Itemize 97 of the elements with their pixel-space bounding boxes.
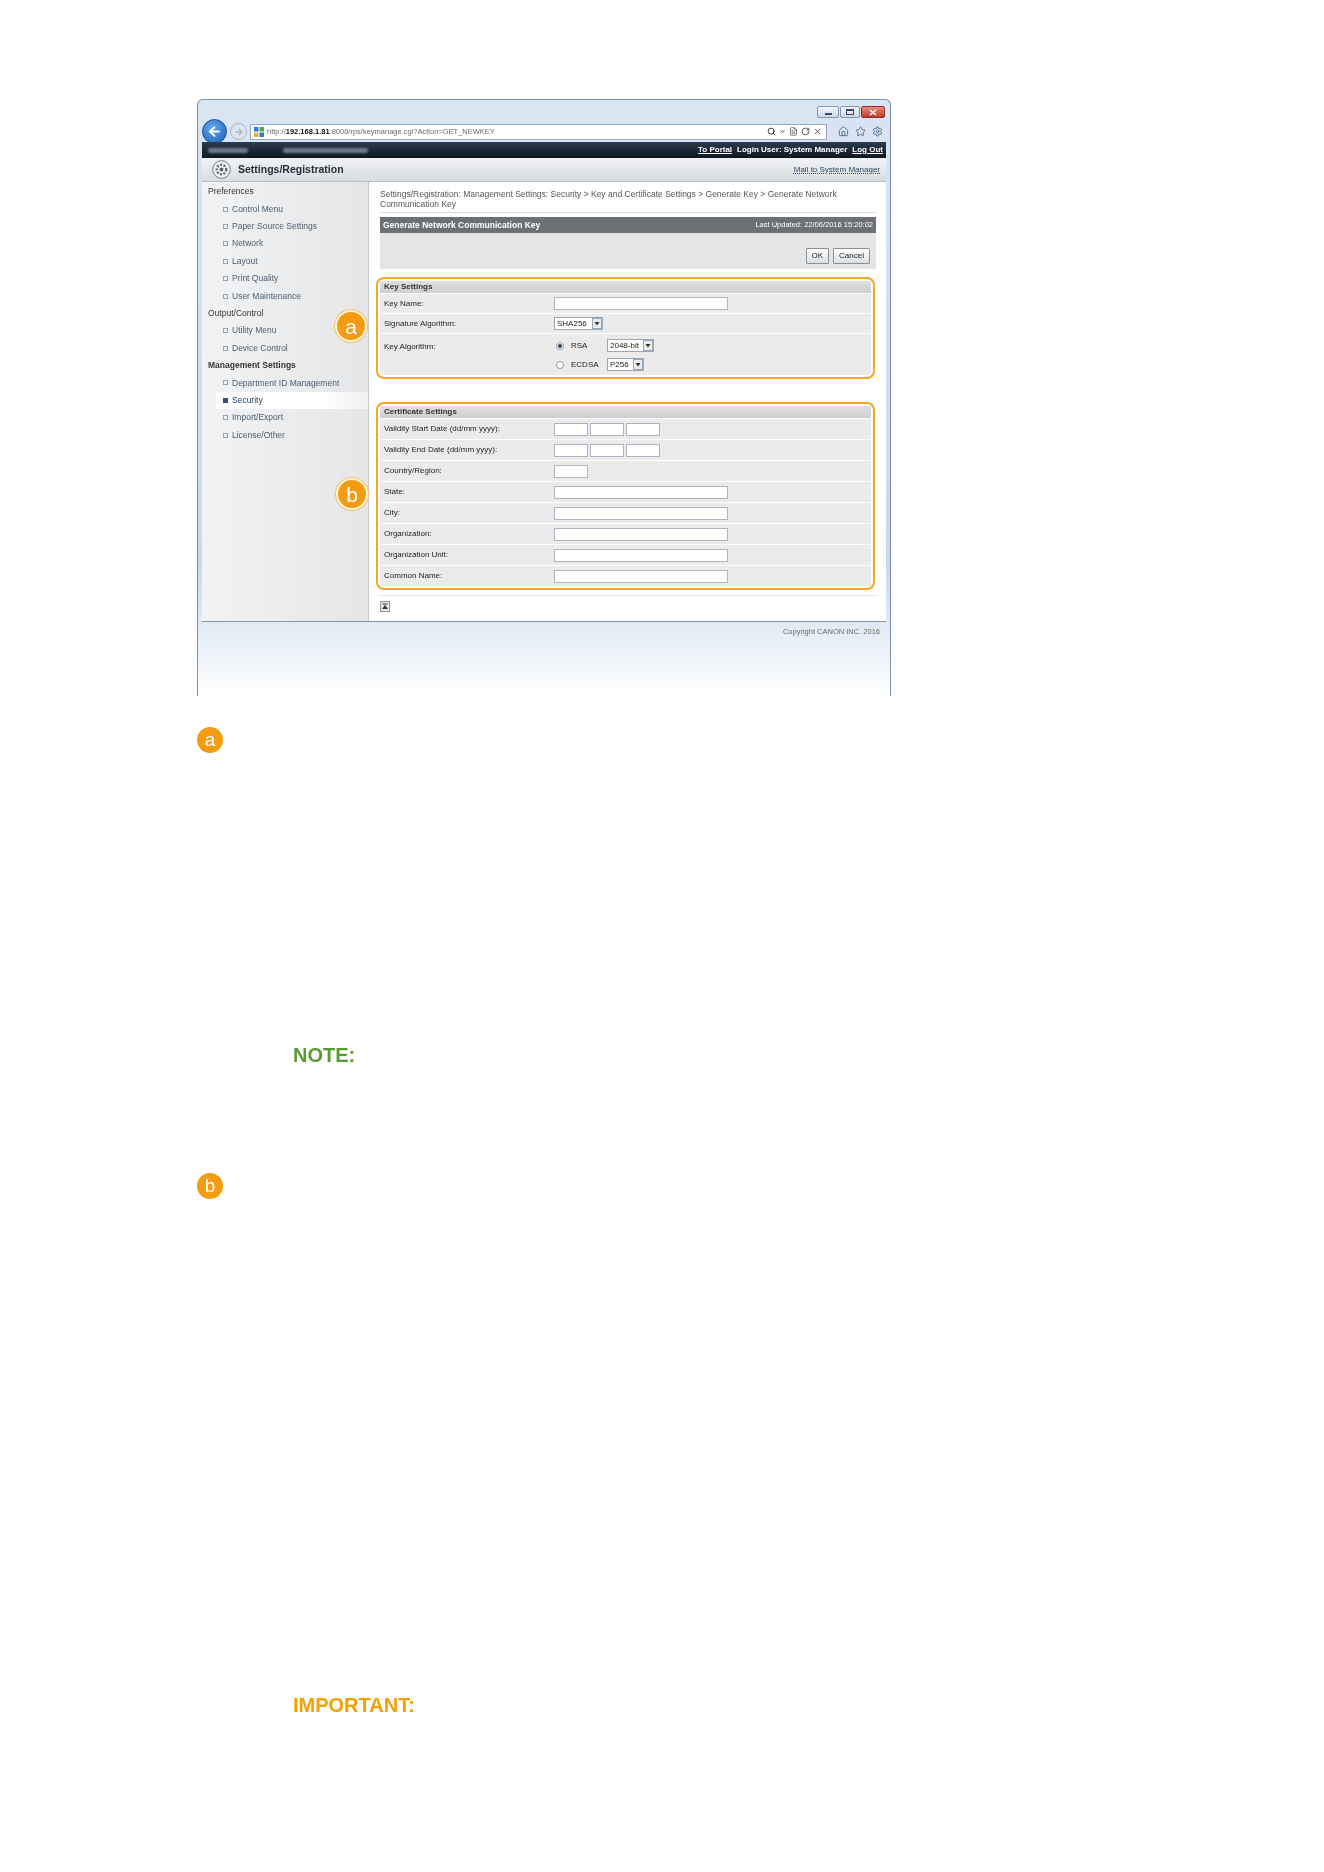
blurred-text [208,147,248,153]
sidebar-item[interactable]: Control Menu [216,200,288,218]
sidebar-item[interactable]: Network [216,235,268,253]
breadcrumb: Settings/Registration: Management Settings: Security > Key and Certificate Settings > Generate Key > Generate Network Communication Key [380,189,838,209]
field-label: Organization Unit: [383,549,450,561]
field-label: Validity End Date (dd/mm yyyy): [383,444,499,456]
maximize-button[interactable] [840,106,860,118]
radio-button[interactable] [556,341,564,350]
site-icon [254,126,264,137]
field-label: Key Algorithm: [383,341,437,353]
refresh-icon[interactable] [801,127,810,136]
forward-button[interactable] [230,123,247,140]
callout-badge: b [197,1173,223,1199]
field-label: Validity Start Date (dd/mm yyyy): [383,423,501,435]
mail-link[interactable]: Mail to System Manager [793,163,880,176]
field-label: City: [383,507,401,519]
callout-heading: NOTE: [293,1044,356,1066]
input-field[interactable] [554,569,728,583]
close-icon [869,108,877,116]
top-bar-link[interactable]: To Portal [698,144,733,156]
bullet-icon [223,293,228,299]
bullet-icon [223,380,228,386]
caret-icon [643,340,653,351]
input-field[interactable] [554,464,588,478]
caret-icon [592,318,602,329]
bullet-icon [223,241,228,247]
sidebar-item[interactable]: Import/Export [216,409,288,427]
field-label: Signature Algorithm: [383,317,458,330]
input-field[interactable] [626,443,660,457]
input-field[interactable] [554,485,728,499]
sidebar-item[interactable]: Utility Menu [216,322,281,340]
form-button[interactable]: Cancel [833,248,870,264]
table-heading: Key Settings [384,281,433,293]
app-title: Settings/Registration [238,161,344,177]
bullet-icon [223,258,228,264]
settings-icon[interactable] [872,126,883,137]
table-heading: Certificate Settings [384,406,457,418]
sidebar-item[interactable]: User Maintenance [216,287,305,305]
input-field[interactable] [626,422,660,436]
dropdown-select[interactable]: P256 [607,358,644,371]
input-field[interactable] [554,506,728,520]
sidebar-item[interactable]: Device Control [216,339,292,357]
field-label: Organization: [383,528,433,540]
callout-badge: a [197,727,223,753]
caret-icon[interactable] [779,128,786,135]
sidebar-item[interactable]: Paper Source Settings [216,217,322,236]
sidebar-section-title: Management Settings [208,359,296,372]
dropdown-select[interactable]: SHA256 [554,317,603,330]
radio-label: ECDSA [571,358,600,371]
sidebar-section-title: Output/Control [208,307,264,320]
sidebar-item[interactable]: License/Other [216,426,289,444]
input-field[interactable] [554,422,588,436]
minimize-icon [824,113,832,115]
sidebar-item[interactable]: Department ID Management [216,374,344,392]
input-field[interactable] [554,443,588,457]
forward-arrow-icon [233,126,244,137]
sidebar-item[interactable]: Security [216,391,368,410]
input-field[interactable] [554,297,728,310]
input-field[interactable] [554,548,728,562]
dropdown-select[interactable]: 2048-bit [607,339,654,352]
home-icon[interactable] [838,126,849,137]
bullet-icon [223,206,228,212]
close-icon[interactable] [813,127,822,136]
bullet-icon [223,415,228,421]
field-label: Key Name: [383,297,425,310]
sidebar-item[interactable]: Print Quality [216,269,283,288]
field-label: Country/Region: [383,465,443,477]
bullet-icon [223,432,228,438]
minimize-button[interactable] [817,106,839,118]
close-button[interactable] [861,106,885,118]
form-button[interactable]: OK [805,248,830,264]
gear-icon [212,160,231,179]
maximize-icon [846,109,854,115]
bullet-icon [223,397,228,403]
field-label: Common Name: [383,570,444,582]
caret-icon [633,359,643,370]
star-icon[interactable] [855,126,866,137]
back-to-top-icon[interactable] [380,601,390,612]
bullet-icon [223,345,228,351]
radio-button[interactable] [556,360,564,369]
back-button[interactable] [202,119,227,144]
input-field[interactable] [590,443,624,457]
bullet-icon [223,223,228,229]
radio-label: RSA [571,339,589,352]
page-title: Generate Network Communication Key [383,218,541,232]
bullet-icon [223,276,228,282]
bullet-icon [223,328,228,334]
sidebar-section-title: Preferences [208,185,254,199]
top-bar-link[interactable]: Log Out [852,144,883,156]
input-field[interactable] [590,422,624,436]
login-user-text: Login User: System Manager [737,144,848,156]
sidebar-item[interactable]: Layout [216,252,262,270]
callout-heading: IMPORTANT: [293,1694,415,1716]
field-label: State: [383,486,406,498]
input-field[interactable] [554,527,728,541]
search-icon[interactable] [767,127,776,136]
page-icon[interactable] [789,127,798,136]
